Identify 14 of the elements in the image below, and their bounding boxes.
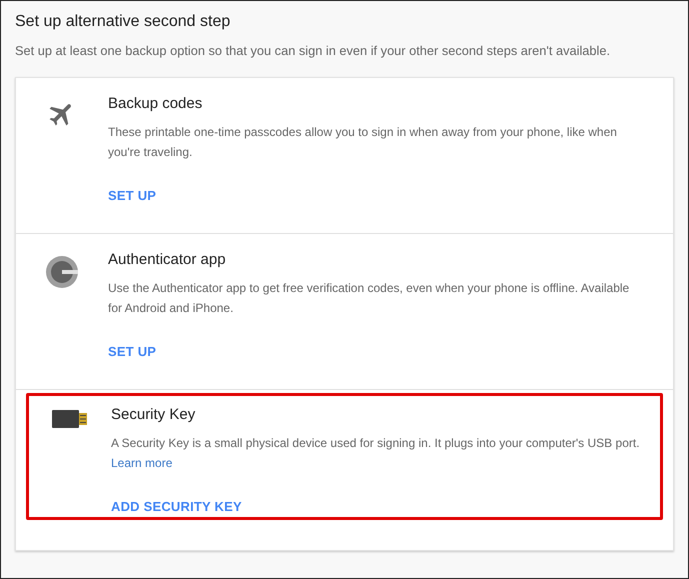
setup-button[interactable]: SET UP: [108, 188, 156, 203]
option-title: Backup codes: [108, 95, 204, 112]
section-title: Set up alternative second step: [15, 13, 232, 31]
option-title: Authenticator app: [108, 251, 227, 268]
option-title: Security Key: [111, 406, 196, 423]
setup-button[interactable]: ADD SECURITY KEY: [111, 499, 242, 514]
usb-key-icon: [52, 410, 88, 428]
section-description: Set up at least one backup option so that you can sign in even if your other second steps aren't available.: [15, 43, 612, 58]
option-description: Use the Authenticator app to get free verification codes, even when your phone is offline. Available for Android and iPhone.: [108, 280, 630, 317]
setup-button[interactable]: SET UP: [108, 344, 156, 359]
option-description: These printable one-time passcodes allow you to sign in when away from your phone, like when you're traveling.: [108, 124, 618, 161]
authenticator-icon: [45, 255, 79, 289]
option-description: A Security Key is a small physical device used for signing in. It plugs into your computer's USB port. Learn more: [111, 435, 641, 472]
learn-more-link[interactable]: Learn more: [111, 456, 172, 470]
